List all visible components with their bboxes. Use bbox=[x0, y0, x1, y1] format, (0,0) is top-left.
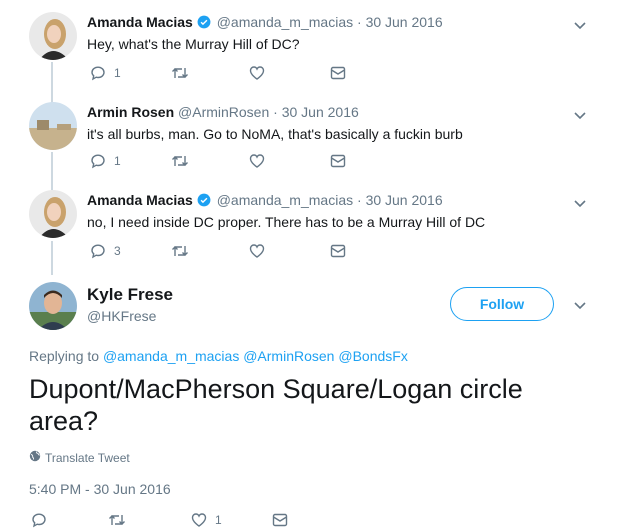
tweet-date[interactable]: 30 Jun 2016 bbox=[282, 104, 359, 120]
like-button[interactable] bbox=[249, 153, 273, 169]
reply-count: 3 bbox=[114, 244, 121, 258]
tweet-actions: 3 bbox=[87, 243, 387, 263]
replying-prefix: Replying to bbox=[29, 348, 100, 364]
author-name[interactable]: Armin Rosen bbox=[87, 104, 174, 120]
retweet-button[interactable] bbox=[171, 153, 197, 169]
separator: · bbox=[357, 14, 362, 30]
tweet-text: Hey, what's the Murray Hill of DC? bbox=[87, 36, 300, 52]
mention-link[interactable]: @amanda_m_macias bbox=[103, 348, 239, 364]
translate-tweet-link[interactable]: Translate Tweet bbox=[29, 450, 130, 465]
author-handle[interactable]: @amanda_m_macias bbox=[217, 14, 353, 30]
author-handle[interactable]: @amanda_m_macias bbox=[217, 192, 353, 208]
author-name[interactable]: Amanda Macias bbox=[87, 14, 193, 30]
heart-icon bbox=[249, 65, 265, 81]
translate-label[interactable]: Translate Tweet bbox=[45, 451, 130, 465]
reply-count: 1 bbox=[114, 154, 121, 168]
tweet-actions: 1 bbox=[87, 153, 387, 173]
separator: · bbox=[357, 192, 362, 208]
reply-icon bbox=[90, 243, 106, 259]
thread-tweet[interactable]: Amanda Macias @amanda_m_macias · 30 Jun … bbox=[0, 188, 623, 280]
envelope-icon bbox=[330, 65, 346, 81]
avatar[interactable] bbox=[29, 12, 77, 60]
chevron-down-icon[interactable] bbox=[573, 18, 587, 32]
envelope-icon bbox=[330, 243, 346, 259]
thread-tweet[interactable]: Armin Rosen @ArminRosen · 30 Jun 2016 it… bbox=[0, 100, 623, 192]
like-count: 1 bbox=[215, 513, 222, 527]
verified-badge-icon bbox=[197, 193, 211, 210]
tweet-timestamp[interactable]: 5:40 PM - 30 Jun 2016 bbox=[29, 481, 171, 497]
tweet-date[interactable]: 30 Jun 2016 bbox=[366, 14, 443, 30]
author-handle[interactable]: @ArminRosen bbox=[178, 104, 269, 120]
reply-icon bbox=[90, 153, 106, 169]
avatar[interactable] bbox=[29, 102, 77, 150]
tweet-text: Dupont/MacPherson Square/Logan circle ar… bbox=[29, 374, 523, 436]
avatar[interactable] bbox=[29, 282, 77, 330]
tweet-text: no, I need inside DC proper. There has t… bbox=[87, 214, 486, 230]
heart-icon bbox=[191, 512, 207, 528]
replying-to: Replying to @amanda_m_macias @ArminRosen… bbox=[29, 348, 408, 364]
heart-icon bbox=[249, 243, 265, 259]
dm-button[interactable] bbox=[272, 512, 288, 528]
retweet-button[interactable] bbox=[171, 65, 197, 81]
dm-button[interactable] bbox=[330, 243, 346, 259]
like-button[interactable]: 1 bbox=[191, 512, 222, 528]
envelope-icon bbox=[272, 512, 288, 528]
reply-button[interactable]: 1 bbox=[90, 153, 121, 169]
reply-button[interactable]: 3 bbox=[90, 243, 121, 259]
chevron-down-icon[interactable] bbox=[573, 196, 587, 210]
reply-count: 1 bbox=[114, 66, 121, 80]
separator: · bbox=[273, 104, 278, 120]
tweet-header: Amanda Macias @amanda_m_macias · 30 Jun … bbox=[87, 192, 443, 210]
chevron-down-icon[interactable] bbox=[573, 108, 587, 122]
retweet-icon bbox=[171, 65, 189, 81]
reply-icon bbox=[31, 512, 47, 528]
author-name[interactable]: Amanda Macias bbox=[87, 192, 193, 208]
tweet-actions: 1 bbox=[29, 512, 329, 532]
author-handle[interactable]: @HKFrese bbox=[87, 308, 156, 324]
chevron-down-icon[interactable] bbox=[573, 298, 587, 312]
envelope-icon bbox=[330, 153, 346, 169]
globe-icon bbox=[29, 450, 41, 465]
retweet-icon bbox=[171, 153, 189, 169]
reply-button[interactable]: 1 bbox=[90, 65, 121, 81]
avatar[interactable] bbox=[29, 190, 77, 238]
retweet-icon bbox=[171, 243, 189, 259]
tweet-actions: 1 bbox=[87, 65, 387, 85]
retweet-button[interactable] bbox=[108, 512, 134, 528]
retweet-icon bbox=[108, 512, 126, 528]
tweet-header: Amanda Macias @amanda_m_macias · 30 Jun … bbox=[87, 14, 443, 32]
tweet-text: it's all burbs, man. Go to NoMA, that's … bbox=[87, 126, 463, 142]
verified-badge-icon bbox=[197, 15, 211, 32]
heart-icon bbox=[249, 153, 265, 169]
dm-button[interactable] bbox=[330, 153, 346, 169]
dm-button[interactable] bbox=[330, 65, 346, 81]
retweet-button[interactable] bbox=[171, 243, 197, 259]
tweet-date[interactable]: 30 Jun 2016 bbox=[366, 192, 443, 208]
tweet-header: Armin Rosen @ArminRosen · 30 Jun 2016 bbox=[87, 104, 359, 120]
mention-link[interactable]: @BondsFx bbox=[338, 348, 407, 364]
like-button[interactable] bbox=[249, 65, 273, 81]
reply-button[interactable] bbox=[31, 512, 55, 528]
thread-tweet[interactable]: Amanda Macias @amanda_m_macias · 30 Jun … bbox=[0, 10, 623, 102]
mention-link[interactable]: @ArminRosen bbox=[243, 348, 334, 364]
reply-icon bbox=[90, 65, 106, 81]
like-button[interactable] bbox=[249, 243, 273, 259]
author-name[interactable]: Kyle Frese bbox=[87, 285, 173, 305]
follow-button[interactable]: Follow bbox=[450, 287, 554, 321]
